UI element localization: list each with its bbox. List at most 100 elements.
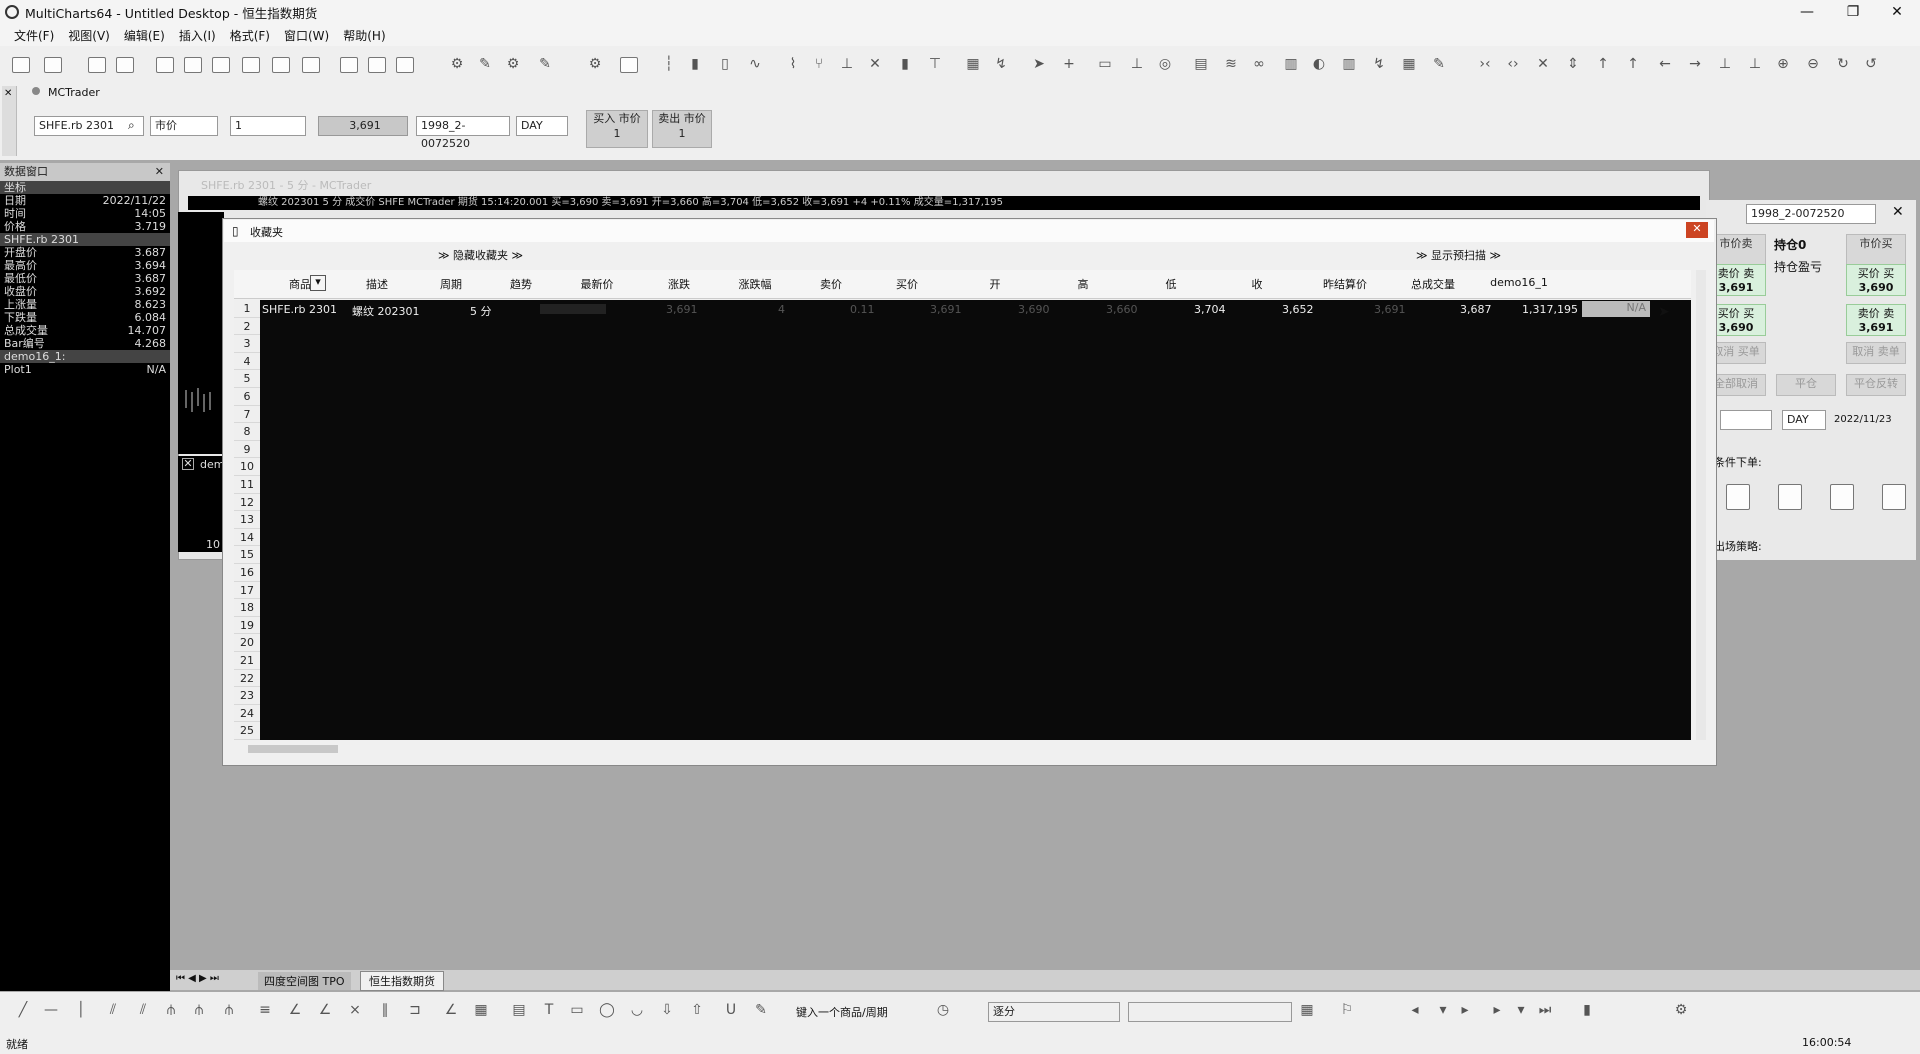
tool-icon[interactable]: ⚐ xyxy=(1338,1002,1356,1018)
tool-icon[interactable]: ⑂ xyxy=(810,56,828,72)
arrow-icon[interactable]: ‹› xyxy=(1504,56,1522,72)
symbol-input[interactable]: 键入一个商品/周期 xyxy=(796,1004,888,1020)
image-icon[interactable] xyxy=(396,57,414,73)
col-ask[interactable]: 卖价 xyxy=(806,276,856,292)
row-number[interactable]: 22 xyxy=(234,669,260,688)
indicator-pane[interactable]: ✕ dem 10 xyxy=(178,456,224,552)
cancel-sell-button[interactable]: 取消 卖单 xyxy=(1846,342,1906,364)
col-last[interactable]: 最新价 xyxy=(572,276,622,292)
tool-icon[interactable]: ◐ xyxy=(1310,56,1328,72)
row-number[interactable]: 2 xyxy=(234,317,260,336)
row-number[interactable]: 19 xyxy=(234,616,260,635)
cycle-icon[interactable]: ⊐ xyxy=(406,1002,424,1018)
doc-icon[interactable] xyxy=(156,57,174,73)
new-chart-icon[interactable] xyxy=(12,57,30,73)
arrow-icon[interactable]: ›‹ xyxy=(1476,56,1494,72)
buy-market-button[interactable]: 买入 市价 1 xyxy=(586,110,648,148)
clock-icon[interactable]: ◷ xyxy=(934,1002,952,1018)
arrow-left-icon[interactable]: ◂ xyxy=(1406,1002,1424,1018)
horizontal-scrollbar[interactable] xyxy=(234,742,1691,756)
cell-period[interactable]: 5 分 xyxy=(470,303,492,319)
image-icon[interactable] xyxy=(368,57,386,73)
tab-hsi[interactable]: 恒生指数期货 xyxy=(360,971,444,991)
cell-symbol[interactable]: SHFE.rb 2301 xyxy=(262,303,337,316)
quantity-input[interactable] xyxy=(1720,410,1772,430)
tool-icon[interactable]: ⊤ xyxy=(926,56,944,72)
cell-open[interactable]: 3,660 xyxy=(1106,303,1138,316)
row-number[interactable]: 12 xyxy=(234,493,260,512)
chevron-down-icon[interactable]: ▾ xyxy=(1434,1002,1452,1018)
gear-icon[interactable]: ⚙ xyxy=(586,56,604,72)
tool-icon[interactable]: ⊥ xyxy=(838,56,856,72)
ask-button[interactable]: 买价 买 3,690 xyxy=(1846,264,1906,296)
arrow-right-icon[interactable]: → xyxy=(1686,56,1704,72)
order-icon[interactable] xyxy=(1778,484,1802,510)
gann-icon[interactable]: ∠ xyxy=(442,1002,460,1018)
row-number[interactable]: 24 xyxy=(234,704,260,723)
grid-icon[interactable]: ▦ xyxy=(472,1002,490,1018)
arrow-down-icon[interactable]: ⇩ xyxy=(658,1002,676,1018)
doc-icon[interactable] xyxy=(184,57,202,73)
tool-icon[interactable]: ↯ xyxy=(1370,56,1388,72)
draw-icon[interactable] xyxy=(116,57,134,73)
reverse-button[interactable]: 平仓反转 xyxy=(1846,374,1906,396)
cell-close[interactable]: 3,691 xyxy=(1374,303,1406,316)
cell-change[interactable]: 4 xyxy=(778,303,785,316)
account-select[interactable]: 1998_2-0072520 xyxy=(416,116,510,150)
row-number[interactable]: 16 xyxy=(234,564,260,582)
arrow-up-icon[interactable]: ⇧ xyxy=(688,1002,706,1018)
show-scan-button[interactable]: ≫ 显示预扫描 ≫ xyxy=(1416,247,1501,263)
calendar-icon[interactable]: ▦ xyxy=(1298,1002,1316,1018)
sell-market-button[interactable]: 卖出 市价 1 xyxy=(652,110,712,148)
row-number[interactable]: 20 xyxy=(234,634,260,652)
interval-select[interactable]: 逐分 xyxy=(988,1002,1120,1022)
rectangle-icon[interactable]: ▭ xyxy=(568,1002,586,1018)
chart-plot-area[interactable] xyxy=(178,212,224,454)
cell-ask[interactable]: 3,691 xyxy=(930,303,962,316)
col-desc[interactable]: 描述 xyxy=(352,276,402,292)
tool-icon[interactable]: ◎ xyxy=(1156,56,1174,72)
magnet-icon[interactable]: U xyxy=(722,1002,740,1018)
crosshair-icon[interactable]: + xyxy=(1060,56,1078,72)
row-number[interactable]: 6 xyxy=(234,388,260,406)
menu-insert[interactable]: 插入(I) xyxy=(179,27,216,44)
row-number[interactable]: 5 xyxy=(234,370,260,388)
order-type-select[interactable]: 市价 xyxy=(150,116,218,136)
text-icon[interactable]: T xyxy=(540,1002,558,1018)
col-period[interactable]: 周期 xyxy=(426,276,476,292)
arrow-icon[interactable]: ✕ xyxy=(1534,56,1552,72)
tab-nav-icons[interactable]: ⏮ ◀ ▶ ⏭ xyxy=(176,973,219,984)
tool-icon[interactable]: ▤ xyxy=(1192,56,1210,72)
fan-icon[interactable]: ⨯ xyxy=(346,1002,364,1018)
maximize-button[interactable]: ❐ xyxy=(1830,0,1876,24)
arrow-icon[interactable]: ⇕ xyxy=(1564,56,1582,72)
tool-icon[interactable]: ▥ xyxy=(1282,56,1300,72)
cursor-icon[interactable]: ➤ xyxy=(1030,56,1048,72)
row-number[interactable]: 1 xyxy=(234,300,260,318)
cell-high[interactable]: 3,704 xyxy=(1194,303,1226,316)
refresh-icon[interactable]: ↺ xyxy=(1862,56,1880,72)
channel-icon[interactable]: ⫽ xyxy=(134,1002,152,1018)
order-icon[interactable] xyxy=(1726,484,1750,510)
refresh-icon[interactable]: ↻ xyxy=(1834,56,1852,72)
brush-icon[interactable]: ✎ xyxy=(752,1002,770,1018)
col-volume[interactable]: 总成交量 xyxy=(1398,276,1468,292)
cell-last[interactable]: 3,691 xyxy=(666,303,698,316)
tool-icon[interactable]: ✕ xyxy=(866,56,884,72)
line-icon[interactable]: ╱ xyxy=(14,1002,32,1018)
row-number[interactable]: 10 xyxy=(234,458,260,476)
cell-prev-settle[interactable]: 3,687 xyxy=(1460,303,1492,316)
order-icon[interactable] xyxy=(1882,484,1906,510)
col-low[interactable]: 低 xyxy=(1146,276,1196,292)
arrow-right-icon[interactable]: ▸ xyxy=(1456,1002,1474,1018)
close-icon[interactable]: ✕ xyxy=(1892,204,1904,220)
scroll-thumb[interactable] xyxy=(248,745,338,753)
candle-icon[interactable]: ▮ xyxy=(686,56,704,72)
arrow-up-icon[interactable]: ↑ xyxy=(1594,56,1612,72)
tool-icon[interactable]: ✎ xyxy=(1430,56,1448,72)
close-icon[interactable]: ✕ xyxy=(1686,222,1708,238)
end-icon[interactable]: ⏭ xyxy=(1536,1002,1554,1018)
row-number[interactable]: 21 xyxy=(234,652,260,670)
zoom-in-icon[interactable]: ⊕ xyxy=(1774,56,1792,72)
cycle-icon[interactable]: ∥ xyxy=(376,1002,394,1018)
